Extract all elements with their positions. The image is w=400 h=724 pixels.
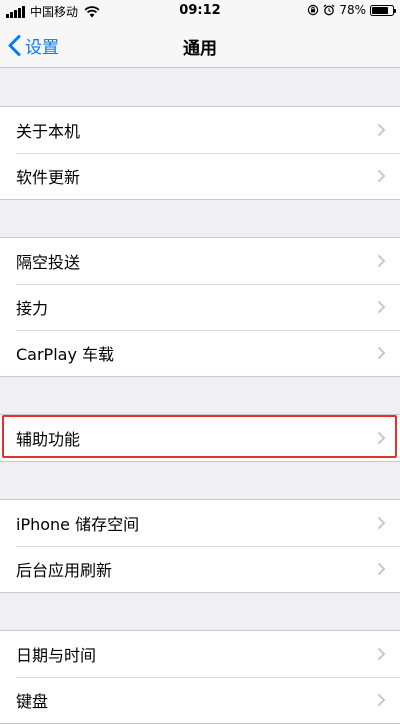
- settings-row-label: 辅助功能: [16, 430, 81, 449]
- chevron-right-icon: [377, 431, 386, 445]
- status-bar: 中国移动 09:12 78%: [0, 0, 400, 22]
- settings-row-background-refresh[interactable]: 后台应用刷新: [0, 546, 400, 592]
- settings-row-accessibility[interactable]: 辅助功能: [0, 415, 400, 461]
- chevron-right-icon: [377, 254, 386, 268]
- chevron-right-icon: [377, 693, 386, 707]
- chevron-right-icon: [377, 647, 386, 661]
- chevron-right-icon: [377, 300, 386, 314]
- chevron-right-icon: [377, 169, 386, 183]
- navigation-bar: 设置 通用: [0, 22, 400, 68]
- orientation-lock-icon: [308, 4, 319, 16]
- battery-fill: [372, 6, 388, 14]
- page-title: 通用: [183, 39, 217, 59]
- settings-row-label: 接力: [16, 299, 49, 318]
- settings-row-label: 键盘: [16, 692, 49, 711]
- settings-row-label: 关于本机: [16, 122, 81, 141]
- settings-row-about[interactable]: 关于本机: [0, 107, 400, 153]
- status-right: 78%: [307, 3, 396, 17]
- settings-row-label: 后台应用刷新: [16, 561, 113, 580]
- settings-row-label: CarPlay 车载: [16, 345, 115, 364]
- settings-row-label: 隔空投送: [16, 253, 81, 272]
- chevron-right-icon: [377, 516, 386, 530]
- chevron-right-icon: [377, 562, 386, 576]
- alarm-icon: [323, 4, 335, 16]
- settings-row-carplay[interactable]: CarPlay 车载: [0, 330, 400, 376]
- settings-row-airdrop[interactable]: 隔空投送: [0, 238, 400, 284]
- settings-group-about: 关于本机 软件更新: [0, 106, 400, 200]
- settings-row-label: iPhone 储存空间: [16, 515, 140, 534]
- settings-row-iphone-storage[interactable]: iPhone 储存空间: [0, 500, 400, 546]
- settings-group-accessibility: 辅助功能: [0, 414, 400, 462]
- settings-row-label: 软件更新: [16, 168, 81, 187]
- battery-percent: 78%: [339, 3, 366, 17]
- settings-group-connectivity: 隔空投送 接力 CarPlay 车载: [0, 237, 400, 377]
- settings-row-date-time[interactable]: 日期与时间: [0, 631, 400, 677]
- settings-row-handoff[interactable]: 接力: [0, 284, 400, 330]
- chevron-right-icon: [377, 346, 386, 360]
- settings-group-storage: iPhone 储存空间 后台应用刷新: [0, 499, 400, 593]
- settings-row-software-update[interactable]: 软件更新: [0, 153, 400, 199]
- battery-icon: [370, 4, 396, 16]
- settings-row-label: 日期与时间: [16, 646, 97, 665]
- settings-group-date-keyboard: 日期与时间 键盘: [0, 630, 400, 724]
- settings-row-keyboard[interactable]: 键盘: [0, 677, 400, 723]
- chevron-right-icon: [377, 123, 386, 137]
